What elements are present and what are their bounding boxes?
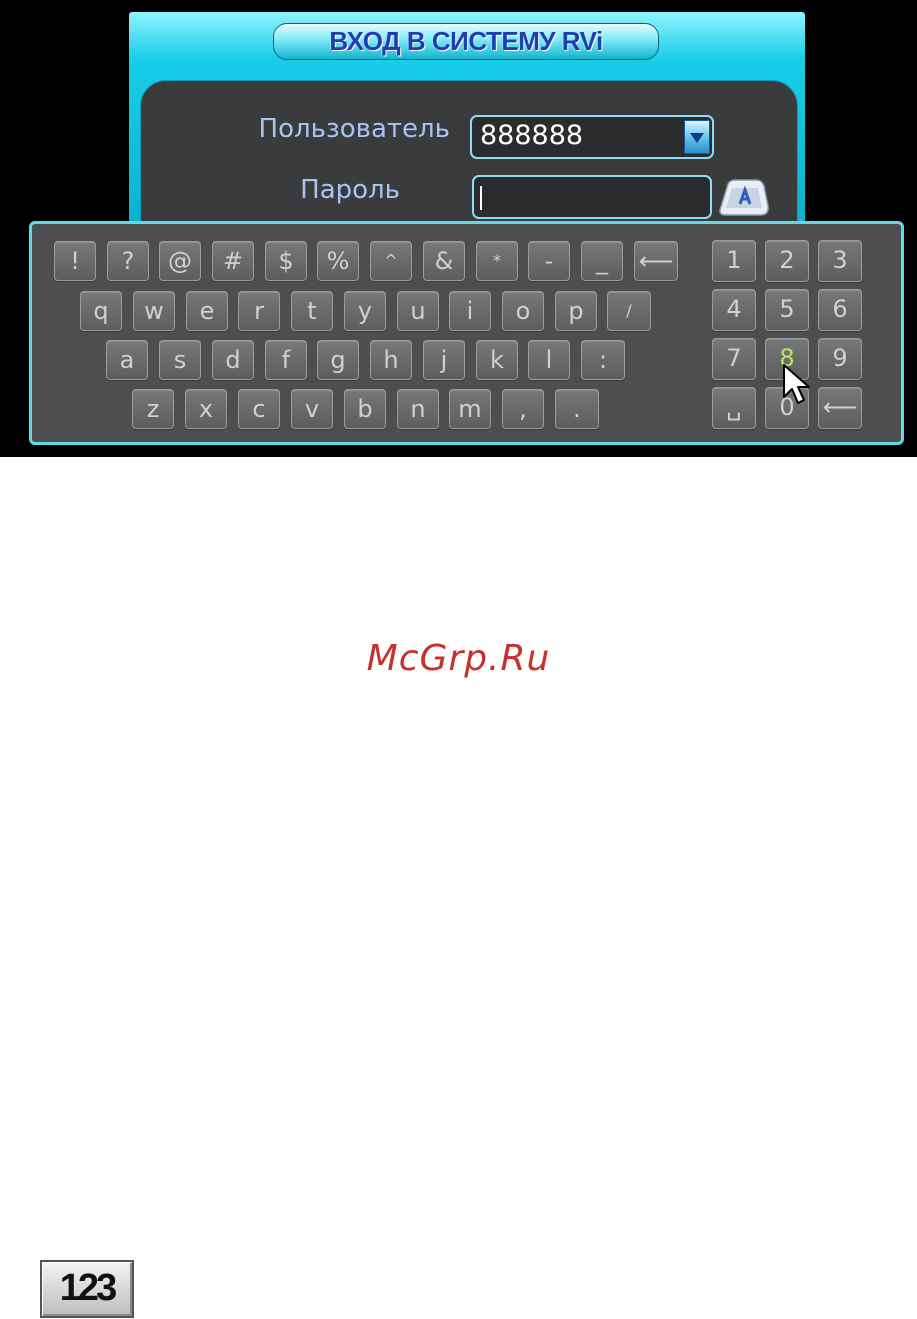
dvr-login-screen: ВХОД В СИСТЕМУ RVi Пользователь 888888 П… xyxy=(0,0,917,457)
numkey-4[interactable]: 4 xyxy=(712,289,756,331)
chevron-down-icon[interactable] xyxy=(684,120,710,154)
key-r[interactable]: r xyxy=(238,291,280,331)
key-ampersand[interactable]: & xyxy=(423,241,465,281)
key-asterisk[interactable]: * xyxy=(476,241,518,281)
key-colon[interactable]: : xyxy=(581,340,625,380)
key-c[interactable]: c xyxy=(238,389,280,429)
key-k[interactable]: k xyxy=(476,340,518,380)
keyboard-toggle-icon[interactable] xyxy=(716,178,770,218)
key-hash[interactable]: # xyxy=(212,241,254,281)
key-i[interactable]: i xyxy=(449,291,491,331)
numeric-input-icon: 123 xyxy=(40,1260,134,1318)
key-u[interactable]: u xyxy=(397,291,439,331)
numkey-6[interactable]: 6 xyxy=(818,289,862,331)
key-period[interactable]: . xyxy=(555,389,599,429)
numkey-2[interactable]: 2 xyxy=(765,240,809,282)
key-s[interactable]: s xyxy=(159,340,201,380)
key-j[interactable]: j xyxy=(423,340,465,380)
key-n[interactable]: n xyxy=(397,389,439,429)
key-y[interactable]: y xyxy=(344,291,386,331)
key-question[interactable]: ? xyxy=(107,241,149,281)
password-label: Пароль xyxy=(300,175,400,205)
numkey-space[interactable]: ␣ xyxy=(712,387,756,429)
numkey-9[interactable]: 9 xyxy=(818,338,862,380)
key-q[interactable]: q xyxy=(80,291,122,331)
key-z[interactable]: z xyxy=(132,389,174,429)
key-w[interactable]: w xyxy=(133,291,175,331)
key-b[interactable]: b xyxy=(344,389,386,429)
user-select-value: 888888 xyxy=(480,120,584,151)
numkey-5[interactable]: 5 xyxy=(765,289,809,331)
key-x[interactable]: x xyxy=(185,389,227,429)
key-minus[interactable]: - xyxy=(528,241,570,281)
numkey-backspace[interactable]: ⟵ xyxy=(818,387,862,429)
key-o[interactable]: o xyxy=(502,291,544,331)
user-select[interactable]: 888888 xyxy=(470,115,714,159)
key-f[interactable]: f xyxy=(265,340,307,380)
key-m[interactable]: m xyxy=(449,389,491,429)
numkey-1[interactable]: 1 xyxy=(712,240,756,282)
key-p[interactable]: p xyxy=(555,291,597,331)
key-backspace[interactable]: ⟵ xyxy=(634,241,678,281)
key-percent[interactable]: % xyxy=(317,241,359,281)
key-d[interactable]: d xyxy=(212,340,254,380)
key-h[interactable]: h xyxy=(370,340,412,380)
key-dollar[interactable]: $ xyxy=(265,241,307,281)
watermark: McGrp.Ru xyxy=(366,638,551,679)
numkey-7[interactable]: 7 xyxy=(712,338,756,380)
login-title: ВХОД В СИСТЕМУ RVi xyxy=(273,23,659,60)
key-exclamation[interactable]: ! xyxy=(54,241,96,281)
key-at[interactable]: @ xyxy=(159,241,201,281)
user-label: Пользователь xyxy=(258,114,450,144)
key-e[interactable]: e xyxy=(186,291,228,331)
key-g[interactable]: g xyxy=(317,340,359,380)
key-a[interactable]: a xyxy=(106,340,148,380)
key-l[interactable]: l xyxy=(528,340,570,380)
key-slash[interactable]: / xyxy=(607,291,651,331)
key-t[interactable]: t xyxy=(291,291,333,331)
numkey-3[interactable]: 3 xyxy=(818,240,862,282)
key-comma[interactable]: , xyxy=(502,389,544,429)
text-caret xyxy=(480,186,482,210)
key-underscore[interactable]: _ xyxy=(581,241,623,281)
mouse-pointer-icon xyxy=(783,364,810,404)
password-input[interactable] xyxy=(472,175,712,219)
key-caret[interactable]: ^ xyxy=(370,241,412,281)
key-v[interactable]: v xyxy=(291,389,333,429)
